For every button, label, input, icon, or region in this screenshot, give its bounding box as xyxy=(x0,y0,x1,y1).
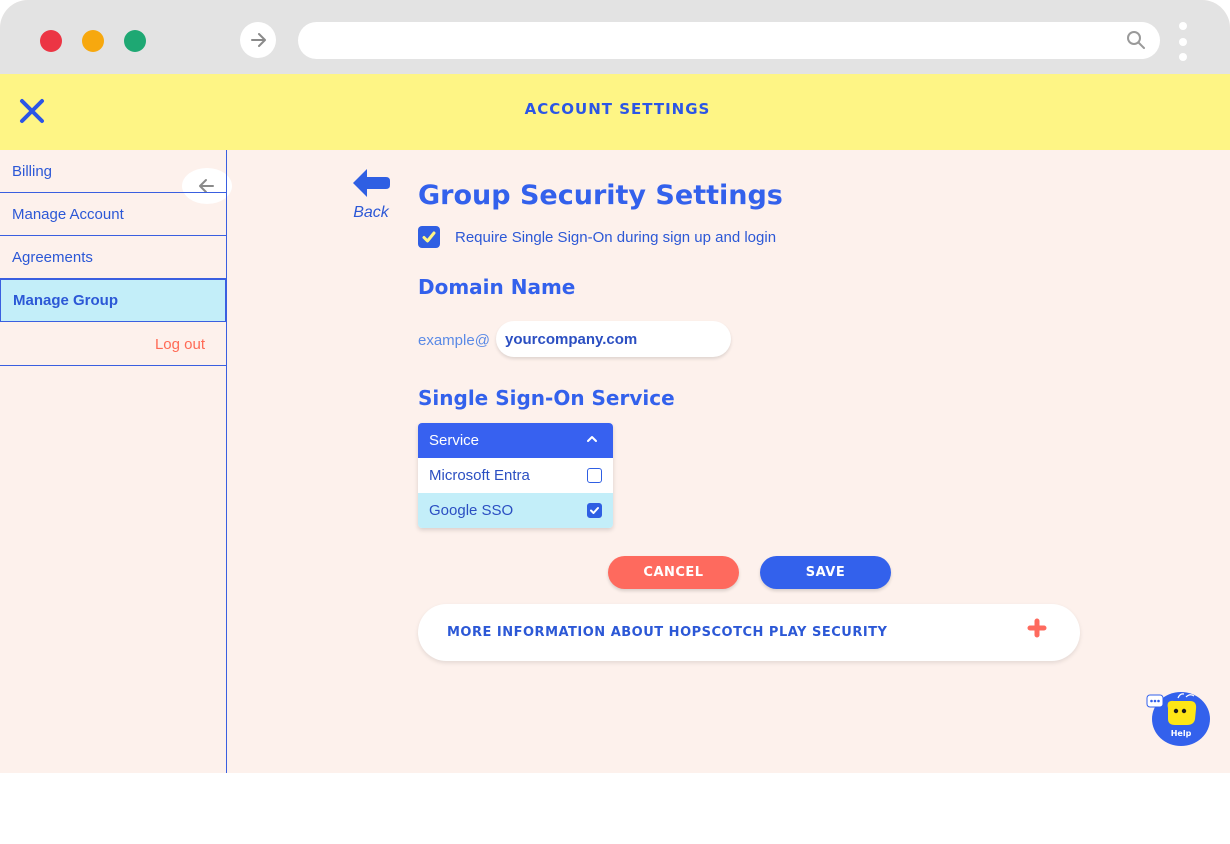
dropdown-header[interactable]: Service xyxy=(418,423,613,458)
sidebar: Billing Manage Account Agreements Manage… xyxy=(0,150,227,773)
checkmark-icon xyxy=(422,231,436,243)
help-mascot-icon xyxy=(1146,693,1197,725)
help-label: Help xyxy=(1170,729,1192,738)
address-bar[interactable] xyxy=(298,22,1160,59)
browser-forward-button[interactable] xyxy=(240,22,276,58)
domain-name-heading: Domain Name xyxy=(418,275,576,299)
back-label: Back xyxy=(353,204,389,221)
plus-icon[interactable] xyxy=(1027,618,1047,638)
window-maximize-dot[interactable] xyxy=(124,30,146,52)
sso-service-dropdown[interactable]: Service Microsoft Entra Google SSO xyxy=(418,423,613,528)
require-sso-checkbox[interactable] xyxy=(418,226,440,248)
checkmark-icon xyxy=(590,507,599,514)
option-label: Microsoft Entra xyxy=(429,467,530,484)
back-arrow-icon xyxy=(353,169,390,197)
save-button[interactable]: SAVE xyxy=(760,556,891,589)
option-checkbox[interactable] xyxy=(587,468,602,483)
browser-menu-icon[interactable] xyxy=(1178,22,1188,62)
cancel-button[interactable]: CANCEL xyxy=(608,556,739,589)
browser-window: ACCOUNT SETTINGS Billing Manage Account … xyxy=(0,0,1230,773)
arrow-right-icon xyxy=(251,33,266,47)
sidebar-item-manage-account[interactable]: Manage Account xyxy=(0,193,226,236)
search-icon[interactable] xyxy=(1126,30,1146,50)
section-title: Group Security Settings xyxy=(418,180,783,211)
page-title: ACCOUNT SETTINGS xyxy=(524,100,711,118)
option-checkbox-checked[interactable] xyxy=(587,503,602,518)
require-sso-label: Require Single Sign-On during sign up an… xyxy=(455,229,777,246)
sidebar-item-agreements[interactable]: Agreements xyxy=(0,236,226,279)
option-label: Google SSO xyxy=(429,502,514,519)
chevron-up-icon[interactable] xyxy=(586,434,598,444)
browser-chrome xyxy=(0,0,1230,204)
dropdown-header-label: Service xyxy=(429,432,480,449)
window-close-dot[interactable] xyxy=(40,30,62,52)
logout-link[interactable]: Log out xyxy=(0,323,226,366)
domain-prefix: example@ xyxy=(418,332,490,349)
back-button[interactable]: Back xyxy=(346,168,396,222)
more-info-label: MORE INFORMATION ABOUT HOPSCOTCH PLAY SE… xyxy=(447,625,888,640)
help-button[interactable]: Help xyxy=(1146,690,1212,748)
dropdown-option-google-sso[interactable]: Google SSO xyxy=(418,493,613,528)
sidebar-item-manage-group[interactable]: Manage Group xyxy=(0,279,226,322)
domain-input[interactable] xyxy=(496,321,731,357)
more-info-accordion[interactable]: MORE INFORMATION ABOUT HOPSCOTCH PLAY SE… xyxy=(418,604,1080,661)
sidebar-item-billing[interactable]: Billing xyxy=(0,150,226,193)
sso-service-heading: Single Sign-On Service xyxy=(418,386,675,410)
dropdown-option-microsoft-entra[interactable]: Microsoft Entra xyxy=(418,458,613,493)
window-minimize-dot[interactable] xyxy=(82,30,104,52)
